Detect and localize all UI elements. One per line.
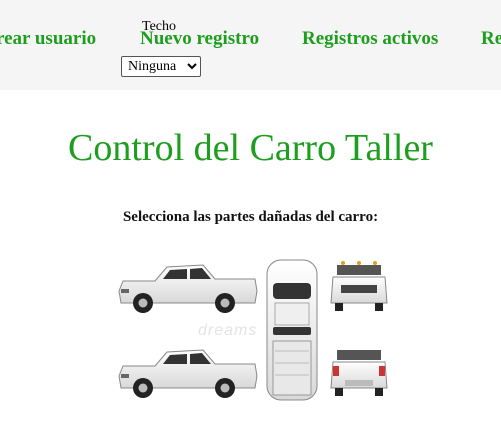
vehicle-top-view[interactable] [266,259,318,401]
top-navbar: rear usuario Nuevo registro Registros ac… [0,0,501,90]
page-title: Control del Carro Taller [68,127,433,169]
damage-select[interactable]: Ninguna [121,56,201,77]
nav-item-truncated[interactable]: Re [481,28,501,50]
vehicle-front-view[interactable] [330,261,388,311]
vehicle-back-view[interactable] [330,350,388,396]
nav-crear-usuario[interactable]: rear usuario [0,28,96,50]
page-subtitle: Selecciona las partes dañadas del carro: [122,209,379,225]
vehicle-side-left[interactable] [118,264,258,313]
watermark-text: dreams [198,322,258,339]
nav-registros-activos[interactable]: Registros activos [302,28,438,50]
techo-label: Techo [142,19,177,34]
vehicle-side-right[interactable] [118,349,258,398]
